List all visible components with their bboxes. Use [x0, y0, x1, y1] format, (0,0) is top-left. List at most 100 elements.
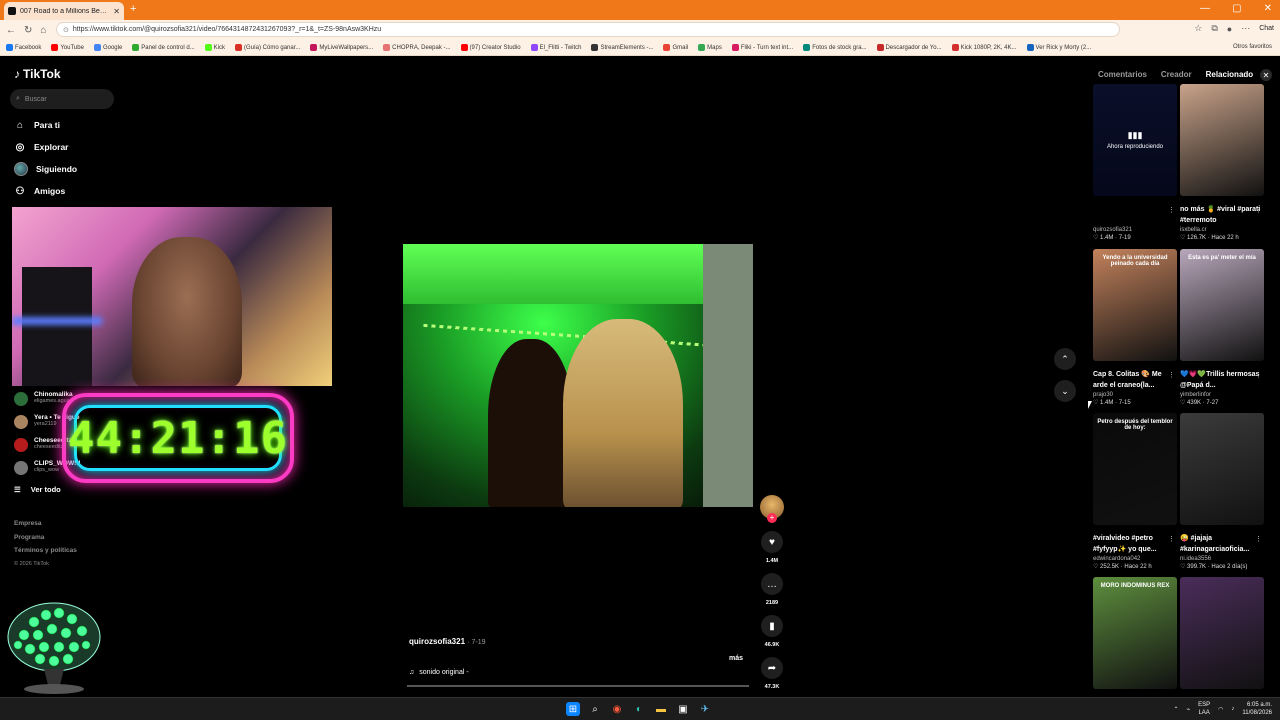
tiktok-logo[interactable]: ♪ TikTok — [14, 67, 61, 81]
close-panel-icon[interactable]: ✕ — [1260, 69, 1272, 81]
card-author[interactable]: yimberlinfor — [1180, 392, 1264, 398]
wifi-icon[interactable]: ◠ — [1218, 706, 1223, 713]
favorite-star-icon[interactable]: ☆ — [1194, 23, 1202, 34]
bookmark-item[interactable]: Descargador de Yo... — [876, 44, 942, 51]
tab-comentarios[interactable]: Comentarios — [1098, 70, 1147, 79]
bookmark-item[interactable]: El_Flitti - Twitch — [530, 44, 581, 51]
extensions-icon[interactable]: ⧉ — [1211, 23, 1217, 34]
card-author[interactable]: ni.idea3556 — [1180, 556, 1264, 562]
tray-chevron-icon[interactable]: ⌃ — [1173, 706, 1178, 713]
video-player[interactable] — [403, 244, 753, 507]
more-options-icon[interactable]: ⋮ — [1255, 535, 1262, 543]
chat-button[interactable]: Chat — [1259, 25, 1274, 32]
obs-icon[interactable]: ◉ — [610, 702, 624, 716]
bookmark-item[interactable]: Fliki - Turn text int... — [731, 44, 793, 51]
close-tab-icon[interactable]: ✕ — [113, 7, 120, 16]
browser-tab[interactable]: 007 Road to a Millions Behind... ✕ — [4, 2, 124, 20]
video-thumbnail[interactable]: ▮▮▮ Ahora reproduciendo — [1093, 84, 1177, 196]
more-options-icon[interactable]: ⋮ — [1168, 206, 1175, 214]
related-video-card[interactable] — [1180, 577, 1264, 689]
bookmark-item[interactable]: Google — [93, 44, 122, 51]
video-author[interactable]: quirozsofia321 — [409, 637, 465, 646]
video-thumbnail[interactable]: MORO INDOMINUS REX — [1093, 577, 1177, 689]
bookmark-item[interactable]: Fotos de stock gra... — [803, 44, 867, 51]
bookmark-item[interactable]: Panel de control d... — [132, 44, 195, 51]
search-taskbar-icon[interactable]: ⌕ — [588, 702, 602, 716]
bookmark-item[interactable]: Facebook — [6, 44, 41, 51]
video-thumbnail[interactable]: Yendo a la universidad peinado cada día — [1093, 249, 1177, 361]
card-author[interactable]: prajo30 — [1093, 392, 1177, 398]
related-video-card[interactable]: no más 🍍 #viral #parati #terremoto isxbel… — [1180, 84, 1264, 241]
footer-link-programa[interactable]: Programa — [14, 531, 77, 545]
back-icon[interactable]: ← — [6, 25, 16, 36]
site-info-icon[interactable]: ⊙ — [63, 26, 69, 34]
more-options-icon[interactable]: ⋮ — [1168, 535, 1175, 543]
new-tab-icon[interactable]: + — [130, 3, 136, 15]
related-video-card[interactable]: ▮▮▮ Ahora reproduciendo quirozsofia321 ♡ 1.… — [1093, 84, 1177, 241]
bookmark-item[interactable]: CHOPRA, Deepak -... — [383, 44, 451, 51]
next-video-button[interactable]: ⌄ — [1054, 380, 1076, 402]
nav-amigos[interactable]: ⚇ Amigos — [14, 185, 66, 197]
bookmark-item[interactable]: StreamElements -... — [591, 44, 653, 51]
bookmark-item[interactable]: Kick — [204, 44, 225, 51]
see-all-link[interactable]: ☰ Ver todo — [14, 485, 61, 494]
more-options-icon[interactable]: ⋮ — [1255, 371, 1262, 379]
volume-icon[interactable]: ♪ — [1231, 706, 1234, 712]
close-window-icon[interactable]: ✕ — [1264, 3, 1272, 14]
bookmark-item[interactable]: Maps — [698, 44, 722, 51]
edge-icon[interactable]: ◐ — [632, 702, 646, 716]
previous-video-button[interactable]: ⌃ — [1054, 348, 1076, 370]
footer-link-terminos[interactable]: Términos y políticas — [14, 544, 77, 558]
nav-siguiendo[interactable]: Siguiendo — [14, 162, 77, 176]
video-thumbnail[interactable] — [1180, 577, 1264, 689]
bookmark-item[interactable]: (97) Creator Studio — [460, 44, 521, 51]
bookmark-item[interactable]: Kick 1080P, 2K, 4K... — [951, 44, 1017, 51]
bookmark-item[interactable]: Ver Rick y Morty (2... — [1026, 44, 1091, 51]
store-icon[interactable]: ▣ — [676, 702, 690, 716]
bookmark-item[interactable]: MyLiveWallpapers... — [310, 44, 373, 51]
other-favorites[interactable]: Otros favoritos — [1233, 44, 1272, 50]
related-video-card[interactable]: Esta es pa' meter el mía 💙💗💚Trillis hermo… — [1180, 249, 1264, 406]
maximize-icon[interactable]: ▢ — [1232, 3, 1241, 14]
follow-plus-icon[interactable]: + — [767, 513, 777, 523]
card-author[interactable]: quirozsofia321 — [1093, 227, 1177, 233]
bookmark-item[interactable]: (Guía) Cómo ganar... — [235, 44, 300, 51]
like-button[interactable]: ♥ — [761, 531, 783, 553]
video-thumbnail[interactable]: Esta es pa' meter el mía — [1180, 249, 1264, 361]
save-button[interactable]: ▮ — [761, 615, 783, 637]
video-progress-bar[interactable] — [407, 685, 749, 687]
more-options-icon[interactable]: ⋮ — [1168, 371, 1175, 379]
comment-button[interactable]: … — [761, 573, 783, 595]
related-video-card[interactable]: 😜 #jajaja #karinagarciaoficia... ni.idea3… — [1180, 413, 1264, 570]
profile-icon[interactable]: ● — [1227, 24, 1232, 34]
related-video-card[interactable]: Petro después del temblor de hoy: #viralv… — [1093, 413, 1177, 570]
search-input[interactable]: ⌕ Buscar — [10, 89, 114, 109]
home-browser-icon[interactable]: ⌂ — [40, 25, 46, 36]
card-author[interactable]: edwincardona042 — [1093, 556, 1177, 562]
nav-explorar[interactable]: ◎ Explorar — [14, 141, 69, 153]
more-button[interactable]: más — [729, 655, 743, 662]
language-indicator[interactable]: ESP LAA — [1198, 701, 1210, 717]
address-bar[interactable]: ⊙ https://www.tiktok.com/@quirozsofia321… — [56, 22, 1120, 37]
video-thumbnail[interactable] — [1180, 413, 1264, 525]
more-options-icon[interactable]: ⋮ — [1255, 206, 1262, 214]
bookmark-item[interactable]: YouTube — [51, 44, 84, 51]
nav-para-ti[interactable]: ⌂ Para ti — [14, 119, 60, 131]
reload-icon[interactable]: ↻ — [24, 25, 32, 36]
tab-creador[interactable]: Creador — [1161, 70, 1192, 79]
author-avatar[interactable]: + — [760, 495, 784, 523]
steam-icon[interactable]: ✈ — [698, 702, 712, 716]
video-thumbnail[interactable] — [1180, 84, 1264, 196]
sound-link[interactable]: ♫ sonido original - — [409, 669, 469, 676]
clock[interactable]: 6:05 a.m. 11/08/2026 — [1242, 701, 1272, 717]
more-icon[interactable]: ⋯ — [1241, 23, 1250, 34]
related-video-card[interactable]: Yendo a la universidad peinado cada día C… — [1093, 249, 1177, 406]
share-button[interactable]: ➦ — [761, 657, 783, 679]
network-icon[interactable]: ⌁ — [1187, 706, 1191, 713]
minimize-icon[interactable]: — — [1200, 3, 1210, 14]
card-author[interactable]: isxbella.cr — [1180, 227, 1264, 233]
tab-relacionado[interactable]: Relacionado — [1206, 70, 1254, 79]
folder-icon[interactable]: ▬ — [654, 702, 668, 716]
windows-start-icon[interactable]: ⊞ — [566, 702, 580, 716]
video-thumbnail[interactable]: Petro después del temblor de hoy: — [1093, 413, 1177, 525]
